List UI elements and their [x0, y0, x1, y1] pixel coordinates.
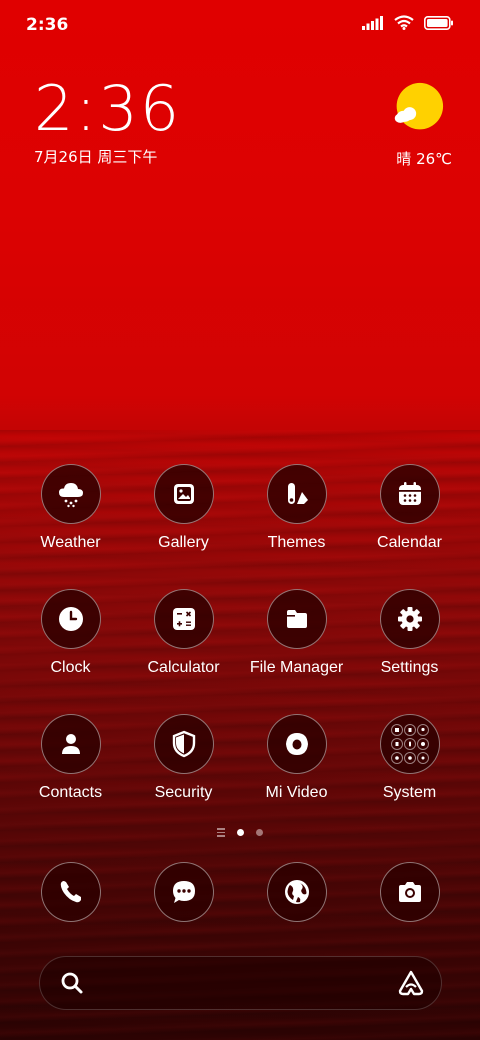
app-settings[interactable]: Settings [353, 589, 466, 677]
shield-icon [172, 730, 195, 758]
app-icon-frame [266, 714, 327, 774]
app-icon-frame [266, 862, 327, 922]
cloud-snow-icon [58, 483, 83, 508]
app-icon-frame [379, 862, 440, 922]
widget-date: 7月26日 周三下午 [34, 148, 158, 166]
app-label: Themes [267, 534, 326, 551]
app-contacts[interactable]: Contacts [14, 714, 127, 802]
dock-camera[interactable] [353, 862, 466, 922]
app-icon-frame [153, 714, 214, 774]
app-calculator[interactable]: Calculator [127, 589, 240, 677]
weather-widget[interactable]: 晴 26℃ [376, 82, 452, 169]
status-icons [362, 15, 454, 30]
clock-widget[interactable]: 2:36 7月26日 周三下午 [34, 76, 181, 167]
app-label: Calculator [147, 659, 220, 676]
clock-icon [58, 607, 83, 631]
app-icon-frame [266, 589, 327, 649]
app-label: Settings [380, 659, 439, 676]
folder-icon [286, 610, 307, 628]
folder-grid-icon [390, 724, 429, 764]
app-icon-frame [153, 862, 214, 922]
calendar-icon [398, 482, 421, 505]
app-label: Gallery [158, 534, 209, 551]
gear-icon [397, 607, 422, 631]
app-icon-frame [40, 589, 101, 649]
app-label: Security [154, 784, 213, 801]
calculator-icon [172, 608, 195, 630]
app-file-manager[interactable]: File Manager [240, 589, 353, 677]
message-icon [172, 881, 195, 903]
search-bar[interactable] [39, 956, 442, 1010]
app-themes[interactable]: Themes [240, 464, 353, 552]
app-icon-frame [379, 464, 440, 524]
camera-icon [398, 882, 421, 902]
app-label: Weather [40, 534, 101, 551]
app-icon-frame [379, 714, 440, 774]
page-dot [256, 828, 263, 836]
app-icon-frame [40, 464, 101, 524]
app-label: File Manager [249, 659, 344, 676]
signal-icon [362, 15, 383, 30]
app-gallery[interactable]: Gallery [127, 464, 240, 552]
app-icon-frame [153, 589, 214, 649]
app-icon-frame [266, 464, 327, 524]
dock-phone[interactable] [14, 862, 127, 922]
app-weather[interactable]: Weather [14, 464, 127, 552]
image-icon [173, 484, 194, 504]
sunny-cloud-icon [394, 82, 444, 130]
search-icon [61, 972, 83, 994]
battery-icon [424, 15, 453, 30]
wifi-icon [394, 15, 414, 30]
app-label: System [382, 784, 437, 801]
app-label: Contacts [38, 784, 103, 801]
widget-time: 2:36 [34, 72, 182, 145]
phone-icon [60, 881, 81, 903]
video-icon [285, 733, 308, 755]
app-icon-frame [40, 714, 101, 774]
app-system-folder[interactable]: System [353, 714, 466, 802]
app-icon-frame [153, 464, 214, 524]
status-time: 2:36 [26, 15, 69, 35]
page-indicator[interactable] [0, 828, 480, 837]
app-clock[interactable]: Clock [14, 589, 127, 677]
browser-icon [284, 880, 309, 904]
app-label: Clock [50, 659, 91, 676]
weather-summary: 晴 26℃ [396, 150, 452, 168]
app-drawer-handle [217, 828, 225, 837]
person-icon [61, 734, 80, 754]
page-dot-active [237, 828, 244, 836]
app-label: Mi Video [265, 784, 328, 801]
app-security[interactable]: Security [127, 714, 240, 802]
brush-icon [287, 483, 308, 504]
assistant-icon[interactable] [397, 969, 425, 997]
dock-browser[interactable] [240, 862, 353, 922]
app-icon-frame [379, 589, 440, 649]
app-label: Calendar [377, 534, 442, 551]
app-mi-video[interactable]: Mi Video [240, 714, 353, 802]
status-bar: 2:36 [0, 0, 480, 50]
dock-messages[interactable] [127, 862, 240, 922]
app-icon-frame [40, 862, 101, 922]
app-calendar[interactable]: Calendar [353, 464, 466, 552]
